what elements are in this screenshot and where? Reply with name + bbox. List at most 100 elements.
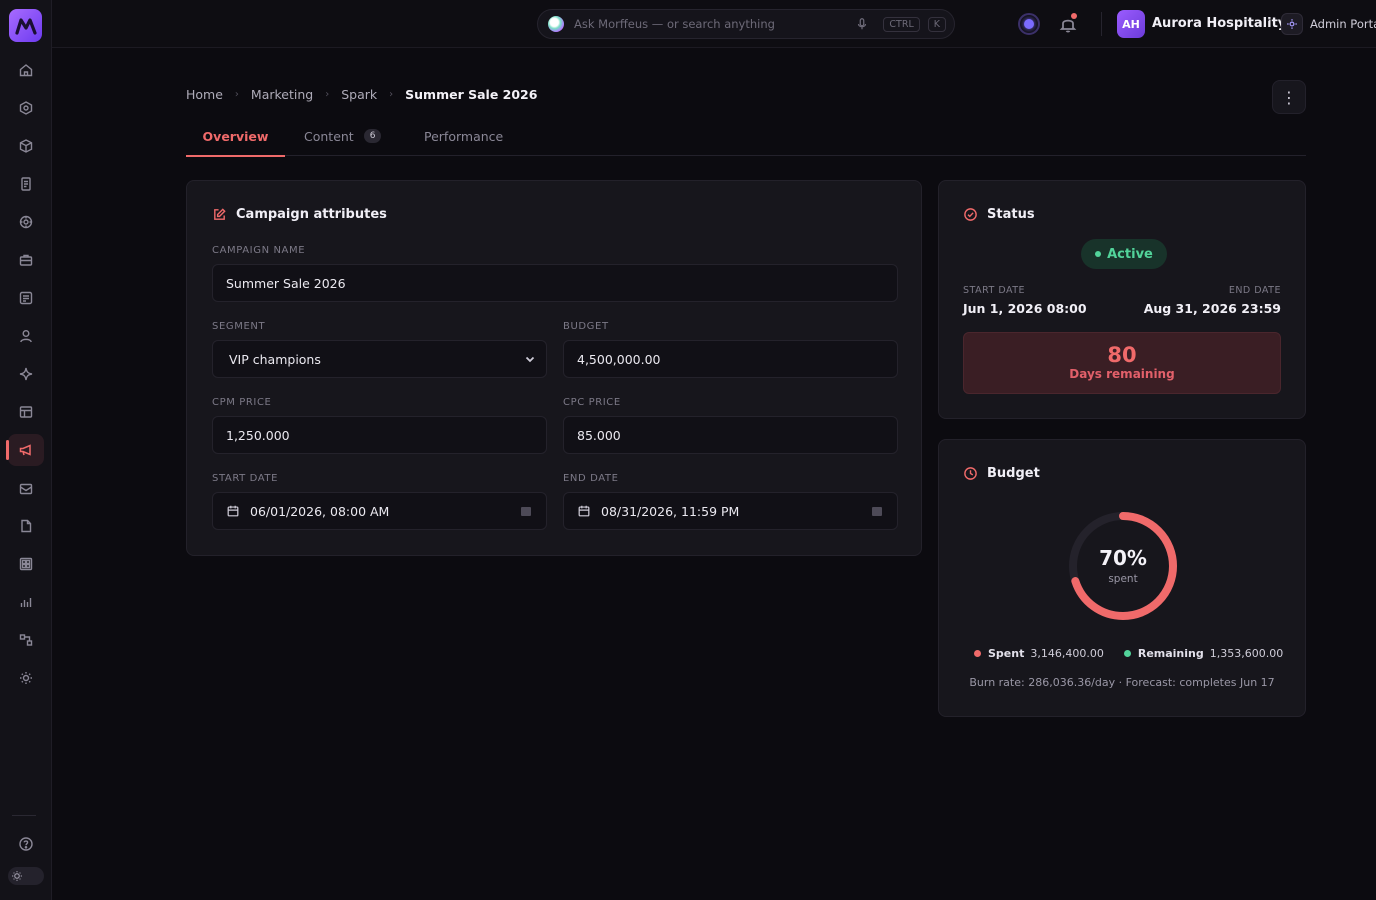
ticket-icon[interactable] (8, 473, 44, 505)
end-date-input[interactable]: 08/31/2026, 11:59 PM (563, 492, 898, 530)
topbar: Ask Morffeus — or search anything CTRL K… (52, 0, 1376, 48)
spent-value: 3,146,400.00 (1030, 647, 1104, 660)
dot-separator: · (1267, 16, 1271, 27)
theme-toggle[interactable] (8, 867, 44, 885)
cpm-price-input[interactable]: 1,250.000 (212, 416, 547, 454)
segment-select[interactable]: VIP champions (212, 340, 547, 378)
notification-dot (1071, 13, 1077, 19)
status-start-label: START DATE (963, 285, 1026, 296)
clipboard-icon[interactable] (8, 168, 44, 200)
settings-icon[interactable] (8, 206, 44, 238)
campaign-name-input[interactable]: Summer Sale 2026 (212, 264, 898, 302)
flow-icon[interactable] (8, 624, 44, 656)
notes-icon[interactable] (8, 282, 44, 314)
budget-title: Budget (987, 466, 1040, 481)
end-date-value: 08/31/2026, 11:59 PM (601, 503, 740, 519)
tab-overview[interactable]: Overview (186, 116, 285, 157)
file-icon[interactable] (8, 510, 44, 542)
breadcrumb-spark[interactable]: Spark (341, 87, 377, 102)
calendar-icon (227, 505, 239, 517)
remaining-dot (1123, 650, 1131, 657)
more-options-button[interactable]: ⋮ (1272, 80, 1306, 114)
breadcrumb: Home › Marketing › Spark › Summer Sale 2… (186, 87, 537, 102)
date-picker-icon[interactable] (520, 505, 532, 517)
budget-legend: Spent 3,146,400.00 Remaining 1,353,600.0… (974, 647, 1283, 660)
status-dot (1095, 251, 1102, 257)
kbd-ctrl: CTRL (883, 16, 920, 32)
card-title: Campaign attributes (212, 207, 387, 222)
spent-dot (974, 650, 981, 657)
cpc-price-input[interactable]: 85.000 (563, 416, 898, 454)
sparkle-icon[interactable] (8, 358, 44, 390)
logo[interactable] (9, 9, 42, 42)
budget-value: 4,500,000.00 (577, 351, 661, 367)
end-date-label: END DATE (563, 473, 619, 484)
search-input[interactable]: Ask Morffeus — or search anything (574, 17, 855, 31)
breadcrumb-marketing[interactable]: Marketing (251, 87, 313, 102)
grid-icon[interactable] (8, 548, 44, 580)
segment-label: SEGMENT (212, 321, 266, 332)
portal-icon[interactable] (1281, 13, 1303, 35)
assistant-status-icon[interactable] (1018, 13, 1040, 35)
clock-icon (964, 467, 977, 480)
segment-value: VIP champions (229, 351, 321, 367)
user-icon[interactable] (8, 320, 44, 352)
tab-overview-label: Overview (202, 128, 269, 144)
remaining-label: Remaining (1137, 647, 1204, 660)
cpm-price-value: 1,250.000 (226, 427, 290, 443)
theme-sun-icon (9, 868, 25, 884)
tab-performance[interactable]: Performance (424, 116, 503, 156)
status-badge-label: Active (1107, 246, 1153, 262)
status-start-value: Jun 1, 2026 08:00 (963, 301, 1087, 316)
sidebar-divider (12, 815, 36, 816)
sun-icon[interactable] (8, 662, 44, 694)
bar-chart-icon[interactable] (8, 586, 44, 618)
date-picker-icon[interactable] (871, 505, 883, 517)
cpc-price-label: CPC PRICE (563, 397, 621, 408)
start-date-label: START DATE (212, 473, 279, 484)
budget-percent: 70% (1099, 546, 1147, 570)
campaign-name-label: CAMPAIGN NAME (212, 245, 306, 256)
tab-content-count: 6 (363, 129, 382, 143)
remaining-value: 1,353,600.00 (1209, 647, 1284, 660)
portal-label[interactable]: Admin Portal (1310, 17, 1376, 31)
campaign-name-value: Summer Sale 2026 (226, 275, 346, 291)
days-remaining-box: 80 Days remaining (963, 332, 1281, 394)
table-icon[interactable] (8, 396, 44, 428)
kebab-icon: ⋮ (1281, 87, 1297, 107)
topbar-divider (1101, 12, 1102, 36)
edit-icon (214, 208, 226, 220)
start-date-input[interactable]: 06/01/2026, 08:00 AM (212, 492, 547, 530)
budget-input[interactable]: 4,500,000.00 (563, 340, 898, 378)
chevron-right-icon: › (389, 89, 394, 100)
status-title: Status (987, 207, 1035, 222)
tab-performance-label: Performance (424, 128, 504, 144)
cube-icon[interactable] (8, 130, 44, 162)
help-icon[interactable] (8, 828, 44, 860)
megaphone-icon[interactable] (6, 434, 44, 466)
campaign-attributes-card: Campaign attributes CAMPAIGN NAME Summer… (186, 180, 922, 556)
briefcase-icon[interactable] (8, 244, 44, 276)
budget-label: BUDGET (563, 321, 609, 332)
sidebar (0, 0, 52, 900)
check-circle-icon (964, 208, 977, 221)
calendar-icon (578, 505, 590, 517)
status-end-label: END DATE (1228, 285, 1281, 296)
avatar[interactable]: AH (1117, 10, 1145, 38)
chevron-right-icon: › (234, 89, 239, 100)
tab-content[interactable]: Content 6 (304, 116, 382, 156)
assistant-orb-icon (548, 16, 564, 32)
mic-icon[interactable] (855, 17, 869, 31)
status-end-value: Aug 31, 2026 23:59 (1143, 301, 1281, 316)
kbd-k: K (927, 16, 946, 32)
campaign-attributes-title: Campaign attributes (236, 207, 387, 222)
search-bar[interactable]: Ask Morffeus — or search anything CTRL K (537, 9, 955, 39)
logo-icon (14, 17, 37, 35)
home-icon[interactable] (8, 54, 44, 86)
start-date-value: 06/01/2026, 08:00 AM (250, 503, 390, 519)
breadcrumb-home[interactable]: Home (186, 87, 223, 102)
hexagon-icon[interactable] (8, 92, 44, 124)
tab-content-label: Content (304, 128, 354, 144)
days-remaining-label: Days remaining (1069, 367, 1175, 381)
card-title: Status (963, 207, 1035, 222)
